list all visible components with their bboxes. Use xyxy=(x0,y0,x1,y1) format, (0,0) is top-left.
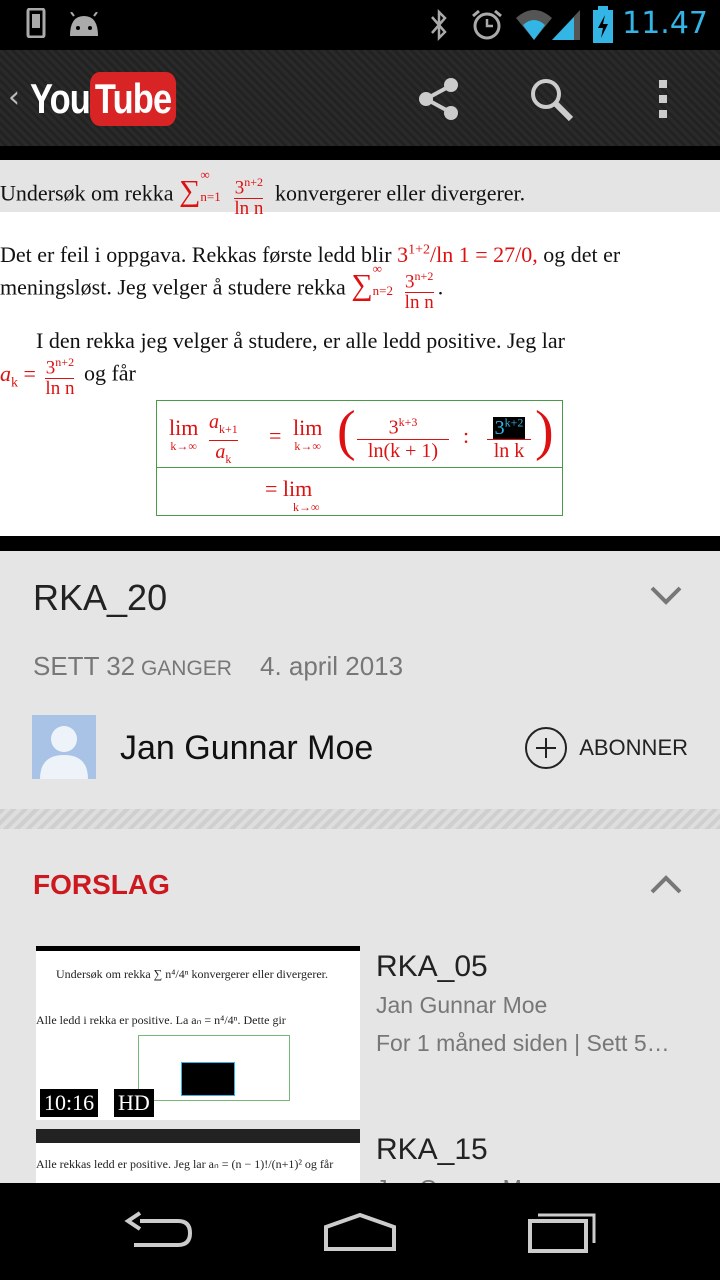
info-panel: RKA_20 SETT 32 GANGER 4. april 2013 Jan G… xyxy=(0,551,720,1183)
task-line: Undersøk om rekka ∑ ∞ n=1 3n+2 ln n konverge… xyxy=(0,160,720,219)
alarm-icon xyxy=(472,9,502,40)
section-divider xyxy=(0,809,720,829)
subscribe-button[interactable]: ABONNER xyxy=(525,727,688,769)
equation-box: lim k→∞ ak+1 ak = lim k→∞ ( 3k+3 ln(k + … xyxy=(156,400,563,516)
status-bar: 11.47 xyxy=(0,0,720,50)
overflow-menu-icon[interactable] xyxy=(640,74,686,124)
wifi-icon xyxy=(516,10,552,40)
navigation-bar xyxy=(0,1183,720,1280)
view-count: SETT 32 xyxy=(33,651,136,681)
logo-tube: Tube xyxy=(90,72,177,126)
suggestion-title: RKA_05 xyxy=(376,950,488,983)
video-player[interactable]: Undersøk om rekka ∑ ∞ n=1 3n+2 ln n konverge… xyxy=(0,146,720,551)
share-icon[interactable] xyxy=(414,74,464,124)
action-bar: ‹ You Tube xyxy=(0,50,720,146)
video-meta: SETT 32 GANGER 4. april 2013 xyxy=(33,651,403,682)
video-thumbnail[interactable]: Alle rekkas ledd er positive. Jeg lar aₙ… xyxy=(36,1129,360,1183)
channel-name[interactable]: Jan Gunnar Moe xyxy=(120,729,373,768)
suggestion-channel: Jan Gunnar Moe xyxy=(376,1175,547,1183)
line-4: ak = 3n+2 ln n og får xyxy=(0,352,136,399)
avatar[interactable] xyxy=(32,715,96,779)
suggestion-item[interactable]: Alle rekkas ledd er positive. Jeg lar aₙ… xyxy=(36,1129,686,1183)
clock: 11.47 xyxy=(622,6,708,41)
video-thumbnail[interactable]: Undersøk om rekka ∑ n⁴/4ⁿ konvergerer el… xyxy=(36,946,360,1120)
video-frame: Undersøk om rekka ∑ ∞ n=1 3n+2 ln n konverge… xyxy=(0,160,720,536)
video-title: RKA_20 xyxy=(33,577,168,618)
subscribe-label: ABONNER xyxy=(579,735,688,760)
suggestion-item[interactable]: Undersøk om rekka ∑ n⁴/4ⁿ konvergerer el… xyxy=(36,946,686,1124)
hd-badge: HD xyxy=(114,1089,154,1117)
view-count-unit: GANGER xyxy=(135,657,232,680)
phone-icon xyxy=(26,8,46,38)
suggestion-title: RKA_15 xyxy=(376,1133,488,1166)
chevron-up-icon[interactable] xyxy=(650,875,682,895)
upload-date: 4. april 2013 xyxy=(259,651,404,681)
line-1: Det er feil i oppgava. Rekkas første led… xyxy=(0,242,621,267)
line-2: meningsløst. Jeg velger å studere rekka … xyxy=(0,260,444,314)
suggestion-channel: Jan Gunnar Moe xyxy=(376,992,548,1018)
chevron-down-icon[interactable] xyxy=(650,585,682,605)
default-avatar-icon xyxy=(40,726,88,779)
row2-lim: = lim xyxy=(265,476,313,501)
plus-circle-icon xyxy=(525,727,568,769)
youtube-logo[interactable]: You Tube xyxy=(30,72,195,126)
home-icon[interactable] xyxy=(320,1207,400,1257)
android-icon xyxy=(70,12,98,36)
signal-icon xyxy=(552,10,580,40)
bluetooth-icon xyxy=(431,8,447,42)
back-icon[interactable] xyxy=(120,1207,200,1257)
up-caret-icon[interactable]: ‹ xyxy=(8,80,20,115)
line-3: I den rekka jeg velger å studere, er all… xyxy=(36,328,565,353)
suggestion-meta: For 1 måned siden | Sett 5… xyxy=(376,1030,670,1056)
battery-charging-icon xyxy=(593,6,613,43)
logo-you: You xyxy=(30,75,91,122)
duration-badge: 10:16 xyxy=(40,1089,99,1117)
search-icon[interactable] xyxy=(526,74,576,124)
recent-apps-icon[interactable] xyxy=(520,1207,600,1257)
suggestions-heading: FORSLAG xyxy=(33,869,170,900)
